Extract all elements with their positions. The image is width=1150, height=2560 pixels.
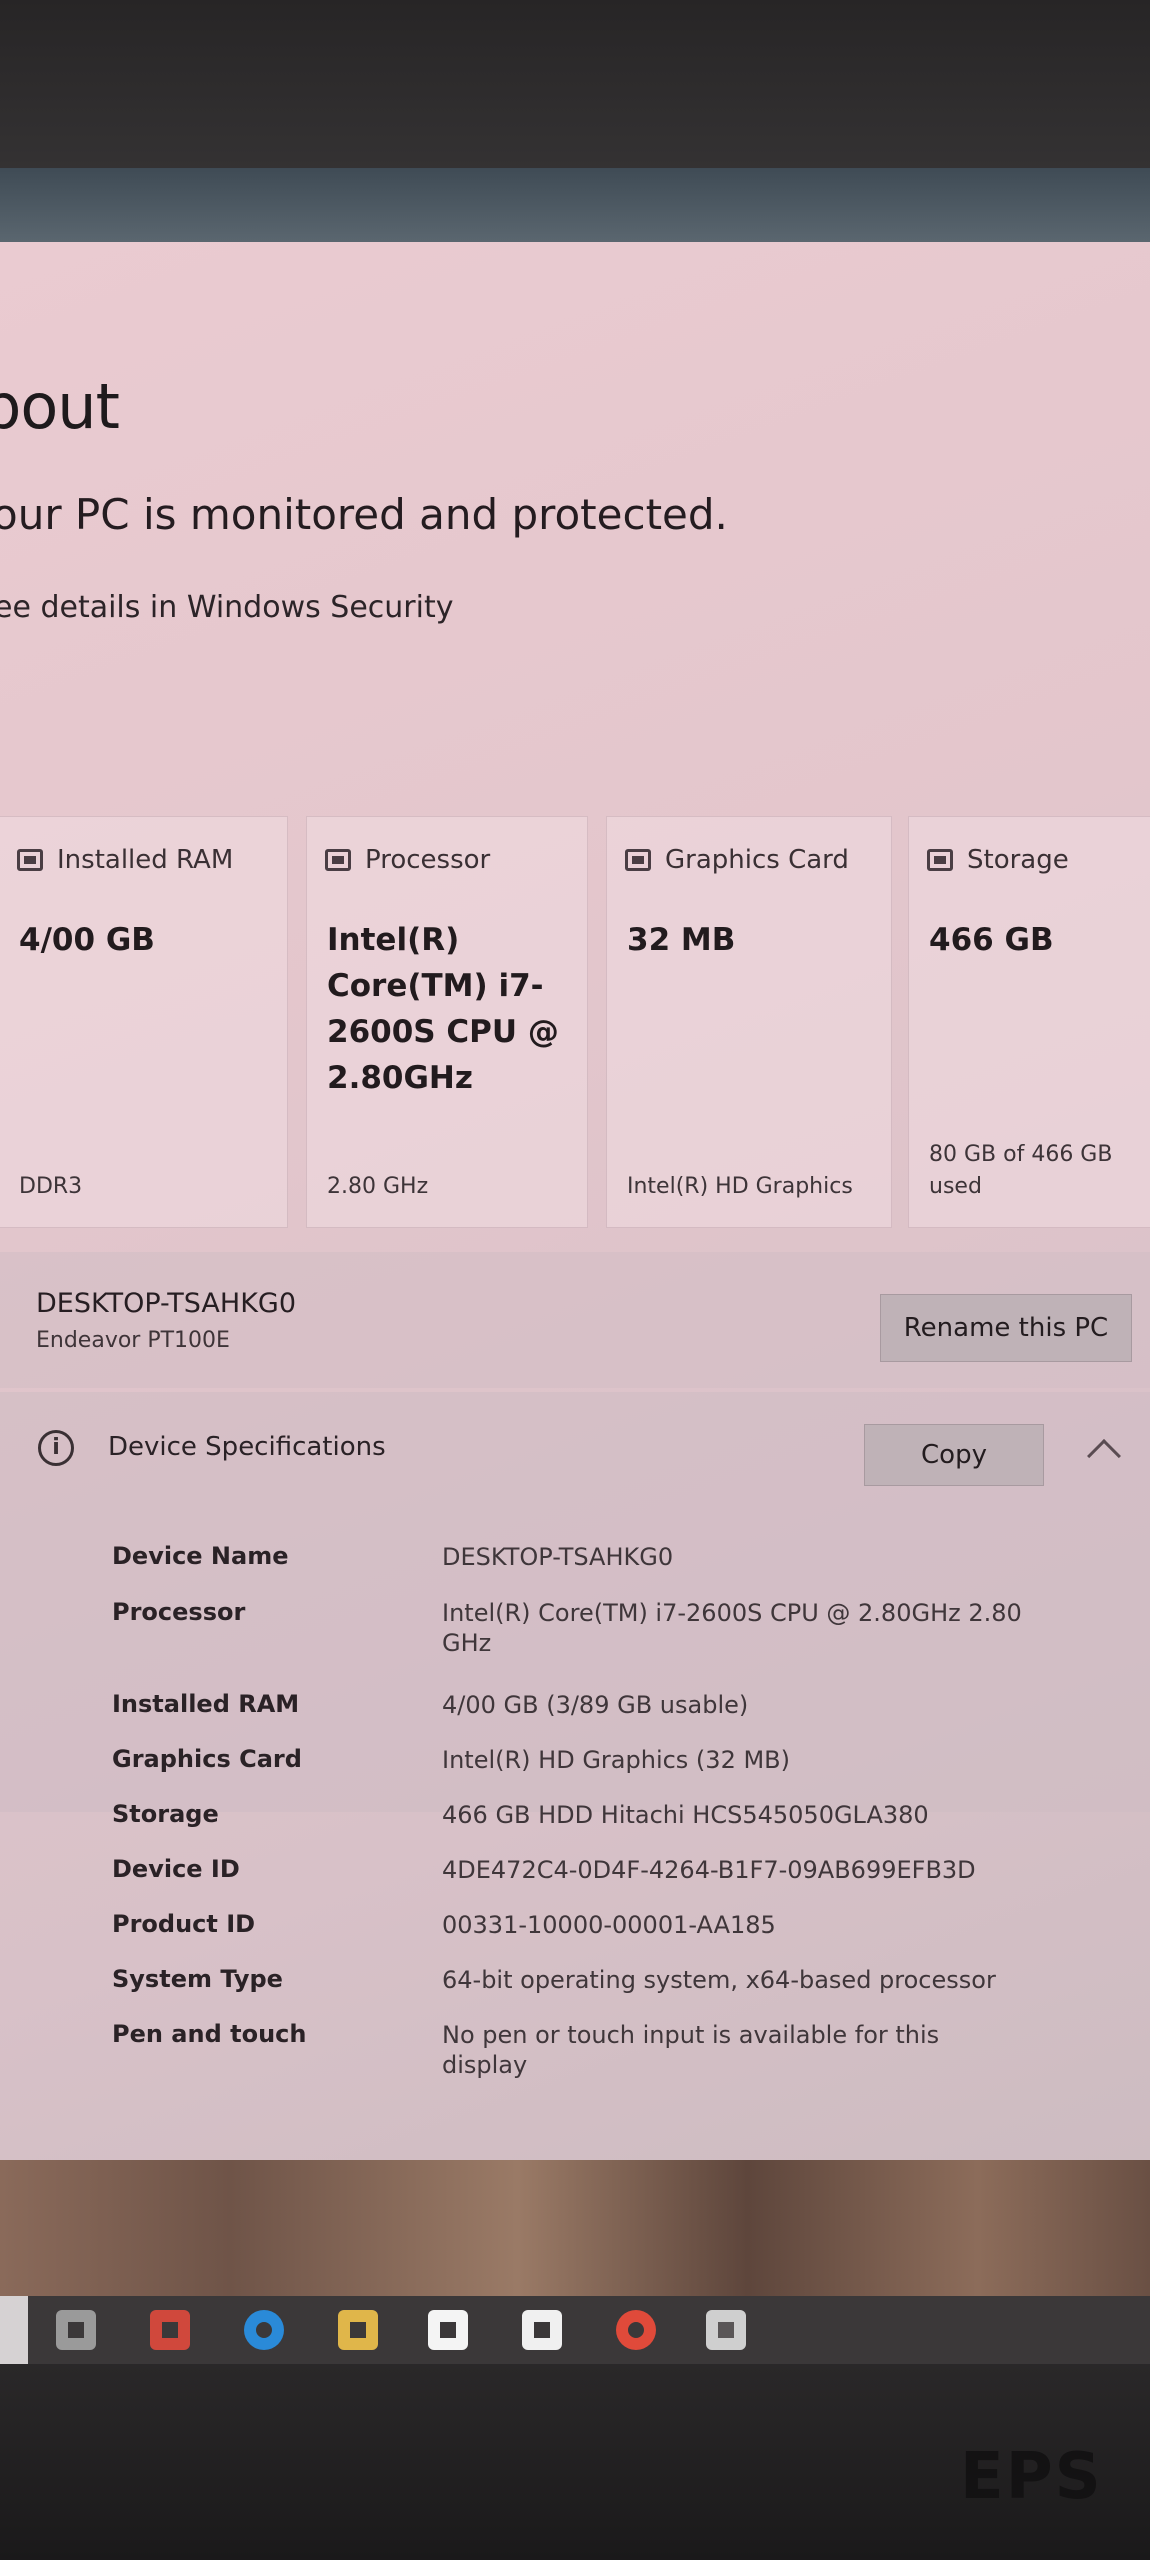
card-foot: Intel(R) HD Graphics <box>627 1174 853 1199</box>
spec-value: Intel(R) Core(TM) i7-2600S CPU @ 2.80GHz… <box>442 1599 1022 1657</box>
chrome-icon[interactable] <box>616 2310 656 2350</box>
edge-icon[interactable] <box>244 2310 284 2350</box>
storage-icon <box>927 849 953 871</box>
spec-value: Intel(R) HD Graphics (32 MB) <box>442 1746 790 1774</box>
card-title-label: Storage <box>967 845 1069 875</box>
file-explorer-icon[interactable] <box>338 2310 378 2350</box>
spec-value: 00331-10000-00001-AA185 <box>442 1911 776 1939</box>
spec-key: Graphics Card <box>112 1745 302 1773</box>
card-installed-ram: Installed RAM 4/00 GB DDR3 <box>0 816 288 1228</box>
spec-row: Pen and touch No pen or touch input is a… <box>112 2020 1112 2090</box>
spec-key: Storage <box>112 1800 219 1828</box>
card-processor: Processor Intel(R) Core(TM) i7-2600S CPU… <box>306 816 588 1228</box>
info-icon: i <box>38 1430 74 1466</box>
card-foot: DDR3 <box>19 1174 83 1199</box>
spec-value: 466 GB HDD Hitachi HCS545050GLA380 <box>442 1801 929 1829</box>
card-foot: 80 GB of 466 GB used <box>929 1142 1113 1199</box>
spec-key: Installed RAM <box>112 1690 300 1718</box>
spec-row: Product ID 00331-10000-00001-AA185 <box>112 1910 1112 1965</box>
card-storage: Storage 466 GB 80 GB of 466 GB used <box>908 816 1150 1228</box>
mail-icon[interactable] <box>522 2310 562 2350</box>
window-title-bar <box>0 168 1150 244</box>
spec-row: Installed RAM 4/00 GB (3/89 GB usable) <box>112 1690 1112 1745</box>
spec-row: Processor Intel(R) Core(TM) i7-2600S CPU… <box>112 1598 1112 1690</box>
pc-name: DESKTOP-TSAHKG0 <box>36 1288 297 1319</box>
spec-key: System Type <box>112 1965 283 1993</box>
spec-key: Device Name <box>112 1542 289 1570</box>
spec-row: Graphics Card Intel(R) HD Graphics (32 M… <box>112 1745 1112 1800</box>
spec-row: System Type 64-bit operating system, x64… <box>112 1965 1112 2020</box>
card-title-label: Graphics Card <box>665 845 849 875</box>
processor-icon <box>325 849 351 871</box>
spec-value: 64-bit operating system, x64-based proce… <box>442 1966 996 1994</box>
task-view-icon[interactable] <box>56 2310 96 2350</box>
store-icon[interactable] <box>428 2310 468 2350</box>
spec-value: No pen or touch input is available for t… <box>442 2021 940 2079</box>
spec-row: Device Name DESKTOP-TSAHKG0 <box>112 1542 1112 1598</box>
card-value: Intel(R) Core(TM) i7-2600S CPU @ 2.80GHz <box>327 922 559 1096</box>
card-value: 4/00 GB <box>19 922 155 958</box>
spec-row: Device ID 4DE472C4-0D4F-4264-B1F7-09AB69… <box>112 1855 1112 1910</box>
device-specifications-title[interactable]: Device Specifications <box>108 1432 386 1462</box>
page-title: bout <box>0 370 120 443</box>
card-value: 32 MB <box>627 922 736 958</box>
device-specifications-table: Device Name DESKTOP-TSAHKG0 Processor In… <box>112 1542 1112 2090</box>
graphics-card-icon <box>625 849 651 871</box>
spec-key: Product ID <box>112 1910 256 1938</box>
pc-name-row: DESKTOP-TSAHKG0 Endeavor PT100E Rename t… <box>0 1252 1150 1388</box>
spec-key: Pen and touch <box>112 2020 307 2048</box>
settings-icon[interactable] <box>706 2310 746 2350</box>
copy-button[interactable]: Copy <box>864 1424 1044 1486</box>
protection-status: our PC is monitored and protected. <box>0 490 728 539</box>
settings-window: bout our PC is monitored and protected. … <box>0 242 1150 2160</box>
card-title-label: Processor <box>365 845 491 875</box>
ram-icon <box>17 849 43 871</box>
spec-key: Processor <box>112 1598 246 1626</box>
start-area[interactable] <box>0 2296 28 2364</box>
monitor-brand-logo: EPS <box>960 2440 1103 2514</box>
spec-row: Storage 466 GB HDD Hitachi HCS545050GLA3… <box>112 1800 1112 1855</box>
card-value: 466 GB <box>929 922 1054 958</box>
taskbar <box>0 2296 1150 2364</box>
windows-security-link[interactable]: ee details in Windows Security <box>0 590 453 625</box>
spec-value: 4DE472C4-0D4F-4264-B1F7-09AB699EFB3D <box>442 1856 976 1884</box>
app-icon[interactable] <box>150 2310 190 2350</box>
card-foot: 2.80 GHz <box>327 1174 429 1199</box>
card-title-label: Installed RAM <box>57 845 234 875</box>
pc-model: Endeavor PT100E <box>36 1328 230 1353</box>
spec-value: 4/00 GB (3/89 GB usable) <box>442 1691 749 1719</box>
spec-value: DESKTOP-TSAHKG0 <box>442 1543 674 1571</box>
spec-key: Device ID <box>112 1855 240 1883</box>
rename-pc-button[interactable]: Rename this PC <box>880 1294 1132 1362</box>
card-graphics-card: Graphics Card 32 MB Intel(R) HD Graphics <box>606 816 892 1228</box>
desktop-wallpaper <box>0 2160 1150 2300</box>
monitor-bezel-top <box>0 0 1150 170</box>
